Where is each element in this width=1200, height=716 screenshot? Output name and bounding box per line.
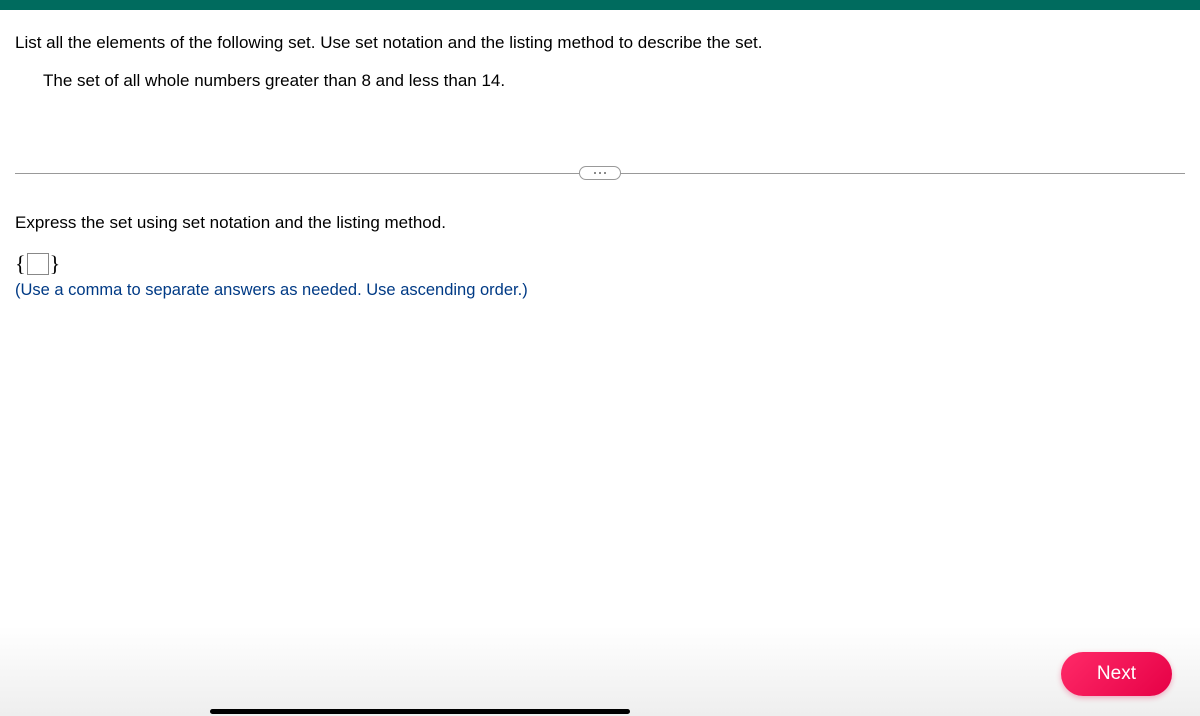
question-detail: The set of all whole numbers greater tha… [43, 68, 1185, 94]
header-bar [0, 0, 1200, 10]
brace-open: { [15, 251, 26, 277]
question-prompt: List all the elements of the following s… [15, 30, 1185, 56]
section-divider [15, 163, 1185, 183]
answer-hint: (Use a comma to separate answers as need… [15, 281, 1185, 300]
footer-area: Next [0, 626, 1200, 716]
content-area: List all the elements of the following s… [0, 10, 1200, 300]
answer-input[interactable] [27, 253, 49, 275]
ellipsis-icon [594, 172, 606, 174]
next-button[interactable]: Next [1061, 652, 1172, 696]
brace-close: } [50, 251, 61, 277]
answer-prompt: Express the set using set notation and t… [15, 213, 1185, 233]
expand-button[interactable] [579, 166, 621, 180]
answer-row: { } [15, 251, 1185, 277]
scrollbar-track[interactable] [210, 709, 630, 714]
